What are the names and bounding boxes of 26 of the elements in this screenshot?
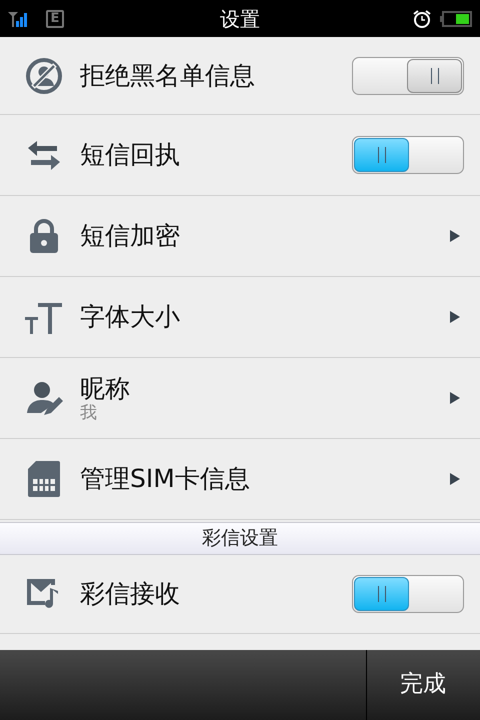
toggle-thumb[interactable]	[354, 138, 409, 172]
block-contact-icon	[24, 56, 64, 96]
toggle-switch[interactable]	[352, 136, 464, 174]
setting-label: 管理SIM卡信息	[80, 464, 251, 494]
section-header: 彩信设置	[202, 526, 278, 552]
setting-label: 短信加密	[80, 221, 181, 251]
window-title: 设置	[220, 6, 260, 32]
chevron-icon	[450, 230, 460, 242]
alarm-icon	[412, 8, 432, 28]
chevron-icon	[450, 392, 460, 404]
setting-label: 昵称	[80, 374, 131, 404]
setting-label: 拒绝黑名单信息	[80, 60, 256, 90]
chevron-icon	[450, 473, 460, 485]
toggle-thumb[interactable]	[407, 58, 462, 92]
network-type-indicator: E	[46, 10, 64, 28]
setting-label: 短信回执	[80, 140, 181, 170]
setting-value: 我	[80, 404, 98, 422]
signal-icon	[8, 10, 30, 26]
chevron-icon	[450, 311, 460, 323]
toggle-thumb[interactable]	[354, 577, 409, 611]
setting-label: 字体大小	[80, 302, 181, 332]
toggle-switch[interactable]	[352, 56, 464, 94]
battery-icon	[440, 10, 472, 26]
done-button[interactable]: 完成	[398, 665, 448, 704]
setting-label: 彩信接收	[80, 579, 181, 609]
toggle-switch[interactable]	[352, 575, 464, 613]
